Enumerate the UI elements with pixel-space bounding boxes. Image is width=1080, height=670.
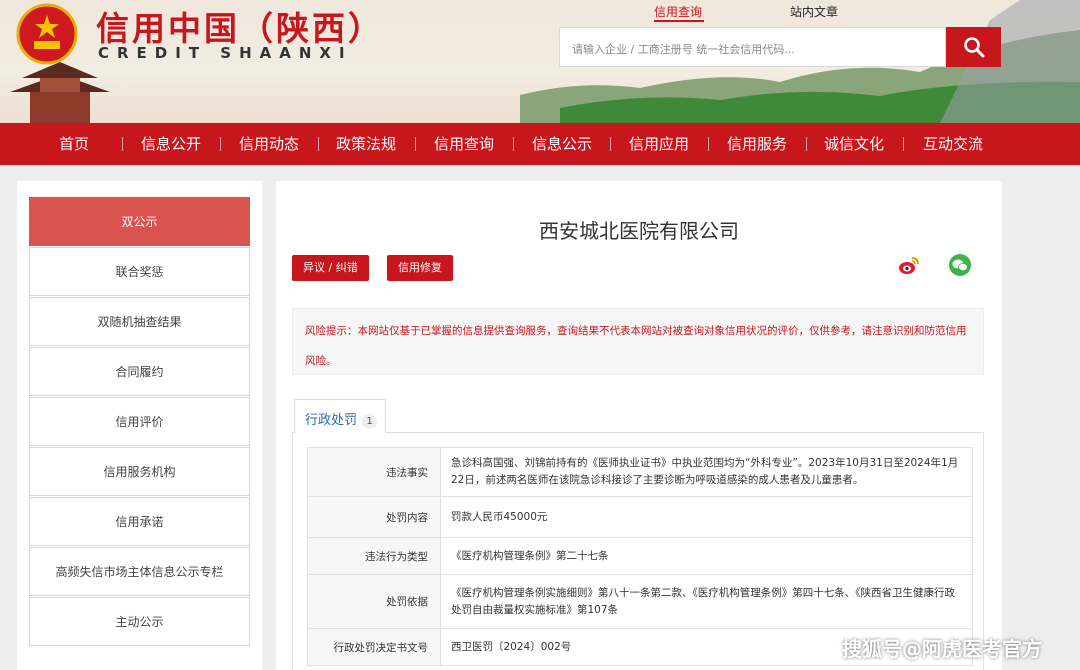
header-banner: 信用中国（陕西） CREDIT SHAANXI 信用查询 站内文章 请输入企业 …: [0, 0, 1080, 123]
tab-admin-penalty[interactable]: 行政处罚 1: [294, 399, 386, 433]
credit-repair-button[interactable]: 信用修复: [387, 255, 453, 281]
site-subtitle: CREDIT SHAANXI: [98, 44, 353, 62]
tab-site-articles[interactable]: 站内文章: [790, 3, 838, 20]
nav-divider: [513, 137, 514, 151]
detail-key: 违法事实: [307, 447, 441, 497]
detail-key: 处罚依据: [307, 574, 441, 629]
nav-item-credit-news[interactable]: 信用动态: [239, 123, 299, 165]
sidebar-item-dishonest-column[interactable]: 高频失信市场主体信息公示专栏: [29, 547, 250, 596]
source-watermark: 搜狐号@阿虎医考官方: [842, 637, 1042, 661]
detail-key: 行政处罚决定书文号: [307, 628, 441, 666]
national-emblem-icon: [16, 3, 78, 65]
tab-active-indicator: [654, 20, 704, 22]
main-content: 西安城北医院有限公司 异议 / 纠错 信用修复 风险提示：本网站仅基于已掌握的信…: [276, 181, 1002, 670]
detail-key: 处罚内容: [307, 496, 441, 538]
section-tab-label: 行政处罚: [305, 413, 358, 428]
nav-item-home[interactable]: 首页: [59, 123, 89, 165]
nav-item-publicity[interactable]: 信息公示: [532, 123, 592, 165]
pagoda-illustration: [10, 62, 110, 123]
nav-divider: [708, 137, 709, 151]
nav-divider: [318, 137, 319, 151]
nav-divider: [122, 137, 123, 151]
search-input[interactable]: 请输入企业 / 工商注册号 统一社会信用代码...: [559, 27, 946, 67]
nav-item-info-public[interactable]: 信息公开: [141, 123, 201, 165]
nav-divider: [220, 137, 221, 151]
nav-item-interaction[interactable]: 互动交流: [923, 123, 983, 165]
company-name: 西安城北医院有限公司: [539, 219, 739, 243]
wechat-icon[interactable]: [948, 253, 972, 277]
nav-divider: [610, 137, 611, 151]
search-button[interactable]: [946, 27, 1001, 67]
sidebar-item-contract[interactable]: 合同履约: [29, 347, 250, 396]
tab-credit-query[interactable]: 信用查询: [654, 3, 702, 20]
sidebar-item-credit-rating[interactable]: 信用评价: [29, 397, 250, 446]
detail-key: 违法行为类型: [307, 537, 441, 575]
detail-value: 《医疗机构管理条例》第二十七条: [440, 537, 973, 575]
table-row: 违法事实 急诊科高国强、刘锦前持有的《医师执业证书》中执业范围均为“外科专业”。…: [307, 447, 973, 497]
nav-divider: [806, 137, 807, 151]
sidebar-item-active-publicity[interactable]: 主动公示: [29, 597, 250, 646]
sidebar-item-joint-reward-punish[interactable]: 联合奖惩: [29, 247, 250, 296]
sidebar: 双公示 联合奖惩 双随机抽查结果 合同履约 信用评价 信用服务机构 信用承诺 高…: [17, 181, 262, 670]
nav-item-credit-query[interactable]: 信用查询: [434, 123, 494, 165]
nav-item-policy[interactable]: 政策法规: [336, 123, 396, 165]
table-row: 处罚依据 《医疗机构管理条例实施细则》第八十一条第二款、《医疗机构管理条例》第四…: [307, 574, 973, 629]
nav-divider: [415, 137, 416, 151]
nav-item-credit-app[interactable]: 信用应用: [629, 123, 689, 165]
nav-item-credit-service[interactable]: 信用服务: [727, 123, 787, 165]
risk-notice: 风险提示：本网站仅基于已掌握的信息提供查询服务，查询结果不代表本网站对被查询对象…: [292, 308, 984, 375]
site-title: 信用中国（陕西）: [96, 9, 384, 48]
sidebar-item-random-check[interactable]: 双随机抽查结果: [29, 297, 250, 346]
section-count-badge: 1: [362, 414, 378, 429]
detail-value: 罚款人民币45000元: [440, 496, 973, 538]
sidebar-item-service-agency[interactable]: 信用服务机构: [29, 447, 250, 496]
nav-item-integrity-culture[interactable]: 诚信文化: [824, 123, 884, 165]
table-row: 违法行为类型 《医疗机构管理条例》第二十七条: [307, 537, 973, 575]
objection-button[interactable]: 异议 / 纠错: [292, 255, 369, 281]
nav-divider: [903, 137, 904, 151]
sidebar-item-credit-pledge[interactable]: 信用承诺: [29, 497, 250, 546]
sidebar-item-double-publicity[interactable]: 双公示: [29, 197, 250, 246]
search-icon: [963, 37, 984, 58]
detail-value: 《医疗机构管理条例实施细则》第八十一条第二款、《医疗机构管理条例》第四十七条、《…: [440, 574, 973, 629]
main-nav: 首页 信息公开 信用动态 政策法规 信用查询 信息公示 信用应用 信用服务 诚信…: [0, 123, 1080, 165]
detail-value: 急诊科高国强、刘锦前持有的《医师执业证书》中执业范围均为“外科专业”。2023年…: [440, 447, 973, 497]
weibo-icon[interactable]: [897, 253, 921, 277]
table-row: 处罚内容 罚款人民币45000元: [307, 496, 973, 538]
